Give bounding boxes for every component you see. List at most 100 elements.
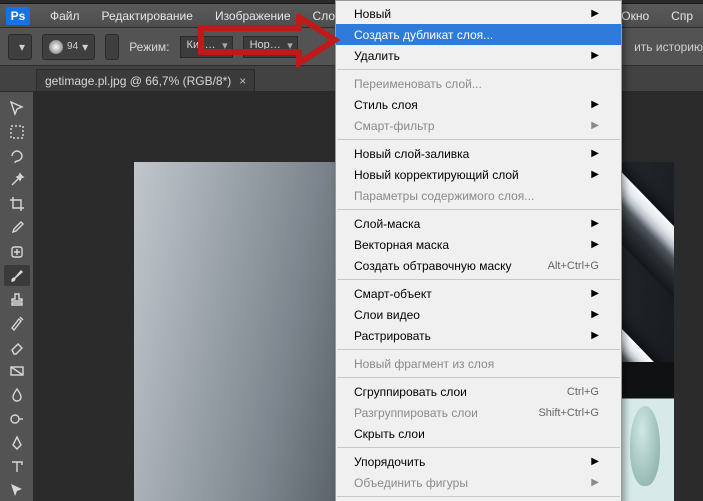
heal-tool[interactable]: [4, 241, 30, 262]
menu-item-label: Параметры содержимого слоя...: [354, 189, 534, 203]
gradient-tool[interactable]: [4, 361, 30, 382]
menu-item[interactable]: Растрировать ▶: [336, 325, 621, 346]
menu-item-label: Скрыть слои: [354, 427, 425, 441]
type-tool[interactable]: [4, 456, 30, 477]
menu-item-label: Слои видео: [354, 308, 420, 322]
menu-item-label: Смарт-фильтр: [354, 119, 435, 133]
tools-panel: [0, 92, 34, 501]
mode-label: Режим:: [129, 40, 169, 54]
menu-item-shortcut: Ctrl+G: [567, 386, 599, 398]
menu-item: Параметры содержимого слоя...: [336, 185, 621, 206]
wand-tool[interactable]: [4, 170, 30, 191]
menu-item-label: Новый: [354, 7, 391, 21]
menu-item-label: Векторная маска: [354, 238, 449, 252]
menu-item-shortcut: Alt+Ctrl+G: [548, 260, 599, 272]
brush-dot-icon: [49, 40, 63, 54]
menu-item[interactable]: Скрыть слои: [336, 423, 621, 444]
menu-item[interactable]: Новый ▶: [336, 3, 621, 24]
menu-item-label: Новый корректирующий слой: [354, 168, 519, 182]
menu-separator: [337, 496, 620, 497]
menu-separator: [337, 139, 620, 140]
submenu-arrow-icon: ▶: [591, 477, 599, 488]
brush-size-chip[interactable]: 94 ▾: [42, 34, 95, 60]
menu-separator: [337, 377, 620, 378]
lasso-tool[interactable]: [4, 146, 30, 167]
menu-item-label: Объединить фигуры: [354, 476, 468, 490]
crop-tool[interactable]: [4, 194, 30, 215]
menu-item[interactable]: Смарт-объект ▶: [336, 283, 621, 304]
history-brush-tool[interactable]: [4, 313, 30, 334]
menu-item-label: Сгруппировать слои: [354, 385, 467, 399]
menu-item[interactable]: Создать дубликат слоя...: [336, 24, 621, 45]
menu-item-label: Стиль слоя: [354, 98, 418, 112]
submenu-arrow-icon: ▶: [591, 239, 599, 250]
menu-item-label: Создать обтравочную маску: [354, 259, 512, 273]
menu-item[interactable]: Векторная маска ▶: [336, 234, 621, 255]
dodge-tool[interactable]: [4, 408, 30, 429]
move-tool[interactable]: [4, 98, 30, 119]
submenu-arrow-icon: ▶: [591, 218, 599, 229]
menu-item: Новый фрагмент из слоя: [336, 353, 621, 374]
menu-item[interactable]: Слои видео ▶: [336, 304, 621, 325]
brush-panel-chip[interactable]: [105, 34, 119, 60]
submenu-arrow-icon: ▶: [591, 309, 599, 320]
submenu-arrow-icon: ▶: [591, 456, 599, 467]
eyedropper-tool[interactable]: [4, 217, 30, 238]
menu-separator: [337, 209, 620, 210]
menu-item[interactable]: Новый корректирующий слой ▶: [336, 164, 621, 185]
menu-item[interactable]: Сгруппировать слои Ctrl+G: [336, 381, 621, 402]
submenu-arrow-icon: ▶: [591, 169, 599, 180]
brush-size-value: 94: [67, 41, 78, 52]
submenu-arrow-icon: ▶: [591, 120, 599, 131]
menu-item-label: Новый фрагмент из слоя: [354, 357, 494, 371]
brush-preset-select[interactable]: Кис…: [180, 36, 233, 58]
menu-separator: [337, 279, 620, 280]
menu-item-shortcut: Shift+Ctrl+G: [538, 407, 599, 419]
tool-preset-chip[interactable]: ▾: [8, 34, 32, 60]
menu-item: Объединить фигуры ▶: [336, 472, 621, 493]
menu-image[interactable]: Изображение: [205, 6, 301, 26]
menu-item: Смарт-фильтр ▶: [336, 115, 621, 136]
menu-item[interactable]: Слой-маска ▶: [336, 213, 621, 234]
pen-tool[interactable]: [4, 432, 30, 453]
menu-item-label: Упорядочить: [354, 455, 425, 469]
blur-tool[interactable]: [4, 385, 30, 406]
stamp-tool[interactable]: [4, 289, 30, 310]
menu-item[interactable]: Упорядочить ▶: [336, 451, 621, 472]
menu-item-label: Растрировать: [354, 329, 431, 343]
menu-item[interactable]: Удалить ▶: [336, 45, 621, 66]
menu-edit[interactable]: Редактирование: [92, 6, 203, 26]
menu-item-label: Переименовать слой...: [354, 77, 482, 91]
menu-item[interactable]: Создать обтравочную маску Alt+Ctrl+G: [336, 255, 621, 276]
menu-item-label: Разгруппировать слои: [354, 406, 478, 420]
close-icon[interactable]: ×: [239, 74, 246, 88]
document-tab[interactable]: getimage.pl.jpg @ 66,7% (RGB/8*) ×: [36, 69, 255, 91]
menu-item[interactable]: Стиль слоя ▶: [336, 94, 621, 115]
menu-item: Переименовать слой...: [336, 73, 621, 94]
menu-item-label: Смарт-объект: [354, 287, 432, 301]
eraser-tool[interactable]: [4, 337, 30, 358]
menu-item: Разгруппировать слои Shift+Ctrl+G: [336, 402, 621, 423]
submenu-arrow-icon: ▶: [591, 288, 599, 299]
blend-mode-select[interactable]: Нор…: [243, 36, 298, 58]
layer-context-menu: Новый ▶ Создать дубликат слоя... Удалить ▶ Пе…: [335, 0, 622, 501]
submenu-arrow-icon: ▶: [591, 50, 599, 61]
submenu-arrow-icon: ▶: [591, 99, 599, 110]
marquee-tool[interactable]: [4, 122, 30, 143]
submenu-arrow-icon: ▶: [591, 8, 599, 19]
submenu-arrow-icon: ▶: [591, 148, 599, 159]
menu-separator: [337, 447, 620, 448]
menu-help[interactable]: Спр: [661, 6, 703, 26]
document-tab-title: getimage.pl.jpg @ 66,7% (RGB/8*): [45, 74, 231, 88]
menu-item-label: Слой-маска: [354, 217, 420, 231]
menu-separator: [337, 349, 620, 350]
options-end-label: ить историю: [630, 40, 703, 54]
menu-item-label: Удалить: [354, 49, 400, 63]
brush-tool[interactable]: [4, 265, 30, 286]
menu-item-label: Создать дубликат слоя...: [354, 28, 493, 42]
submenu-arrow-icon: ▶: [591, 330, 599, 341]
menu-item-label: Новый слой-заливка: [354, 147, 469, 161]
path-tool[interactable]: [4, 480, 30, 501]
menu-item[interactable]: Новый слой-заливка ▶: [336, 143, 621, 164]
menu-file[interactable]: Файл: [40, 6, 90, 26]
